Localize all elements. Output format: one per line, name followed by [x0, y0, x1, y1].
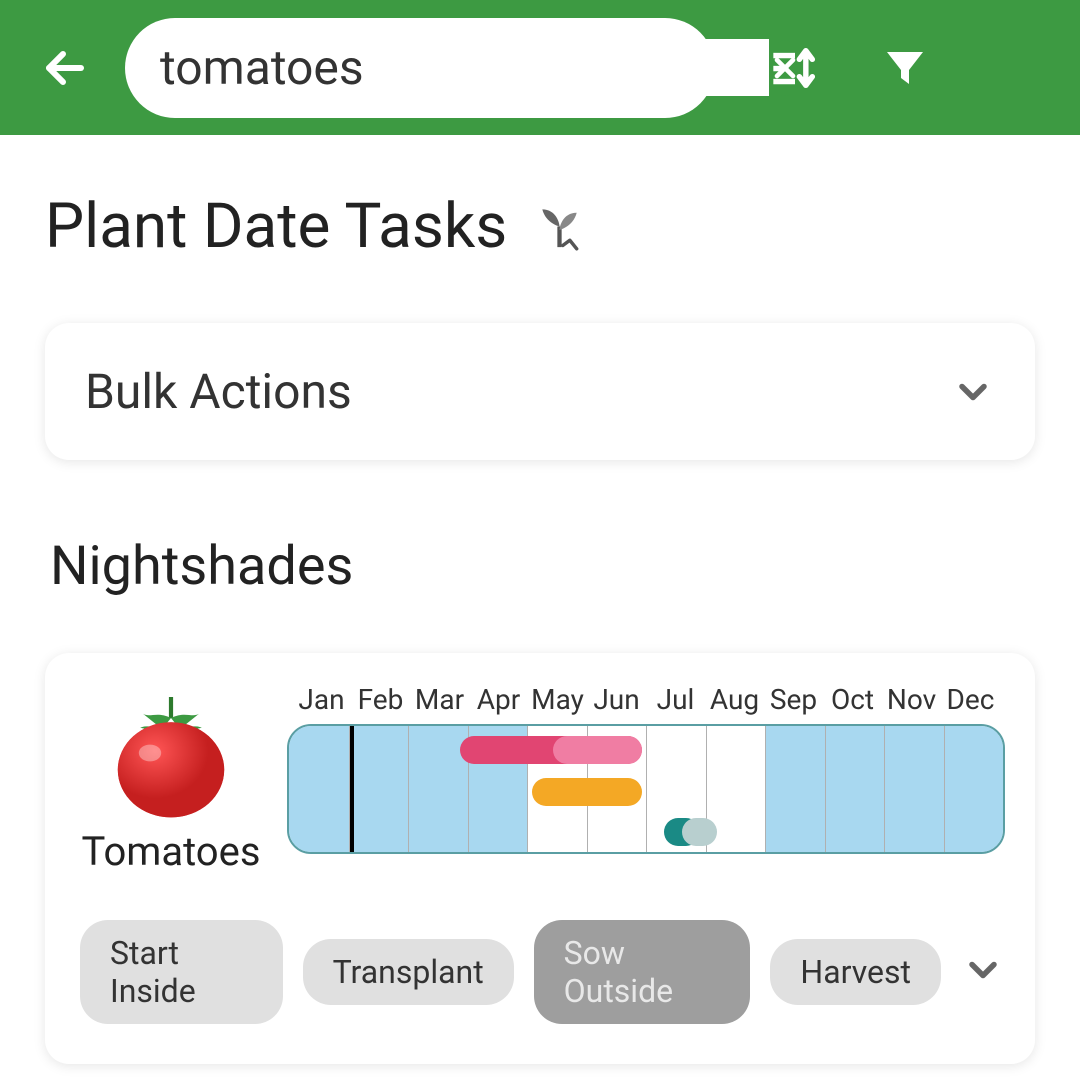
month-label: Aug: [705, 683, 764, 716]
plant-card-top: Tomatoes JanFebMarAprMayJunJulAugSepOctN…: [75, 683, 1005, 875]
bulk-actions-label: Bulk Actions: [85, 363, 352, 420]
plant-info: Tomatoes: [75, 683, 267, 875]
page-title-row: Plant Date Tasks: [45, 190, 1035, 263]
month-label: Jul: [646, 683, 705, 716]
section-title: Nightshades: [45, 535, 1035, 598]
month-label: Nov: [882, 683, 941, 716]
arrow-left-icon: [41, 44, 89, 92]
timeline-wrap: JanFebMarAprMayJunJulAugSepOctNovDec: [287, 683, 1005, 854]
app-header: [0, 0, 1080, 135]
month-label: Mar: [410, 683, 469, 716]
timeline-bar: [553, 736, 642, 764]
today-indicator: [350, 726, 354, 852]
task-chip[interactable]: Harvest: [770, 939, 941, 1005]
month-label: Dec: [941, 683, 1000, 716]
expand-card-button[interactable]: [961, 948, 1005, 996]
tomato-icon: [101, 683, 241, 823]
page-title: Plant Date Tasks: [45, 190, 507, 263]
timeline-bar: [532, 778, 643, 806]
month-gridline: [408, 726, 409, 852]
month-gridline: [646, 726, 647, 852]
chevron-down-icon: [961, 948, 1005, 992]
timeline[interactable]: [287, 724, 1005, 854]
month-label: Jan: [292, 683, 351, 716]
month-label: Oct: [823, 683, 882, 716]
task-chip[interactable]: Transplant: [303, 939, 514, 1005]
month-label: Sep: [764, 683, 823, 716]
sort-icon: [769, 42, 821, 94]
shaded-month: [289, 726, 349, 852]
month-gridline: [825, 726, 826, 852]
content: Plant Date Tasks Bulk Actions Nightshade…: [0, 135, 1080, 1064]
filter-button[interactable]: [875, 38, 935, 98]
search-bar: [125, 18, 715, 118]
month-label: Jun: [587, 683, 646, 716]
bulk-actions-dropdown[interactable]: Bulk Actions: [45, 323, 1035, 460]
timeline-bar: [682, 818, 718, 846]
task-chip: Sow Outside: [534, 920, 751, 1024]
month-gridline: [944, 726, 945, 852]
month-label: Apr: [469, 683, 528, 716]
month-label: May: [528, 683, 587, 716]
task-chip[interactable]: Start Inside: [80, 920, 283, 1024]
sort-button[interactable]: [765, 38, 825, 98]
task-chips-row: Start Inside Transplant Sow Outside Harvest: [75, 920, 1005, 1024]
month-gridline: [884, 726, 885, 852]
search-input[interactable]: [160, 39, 769, 96]
month-label: Feb: [351, 683, 410, 716]
month-gridline: [765, 726, 766, 852]
shaded-month: [884, 726, 944, 852]
filter-icon: [881, 44, 929, 92]
shaded-month: [825, 726, 885, 852]
seedling-icon: [532, 199, 587, 254]
back-button[interactable]: [35, 38, 95, 98]
shaded-month: [944, 726, 1004, 852]
plant-card: Tomatoes JanFebMarAprMayJunJulAugSepOctN…: [45, 653, 1035, 1064]
chevron-down-icon: [951, 370, 995, 414]
shaded-month: [765, 726, 825, 852]
shaded-month: [408, 726, 468, 852]
months-row: JanFebMarAprMayJunJulAugSepOctNovDec: [287, 683, 1005, 716]
plant-name: Tomatoes: [82, 828, 261, 875]
shaded-month: [349, 726, 409, 852]
